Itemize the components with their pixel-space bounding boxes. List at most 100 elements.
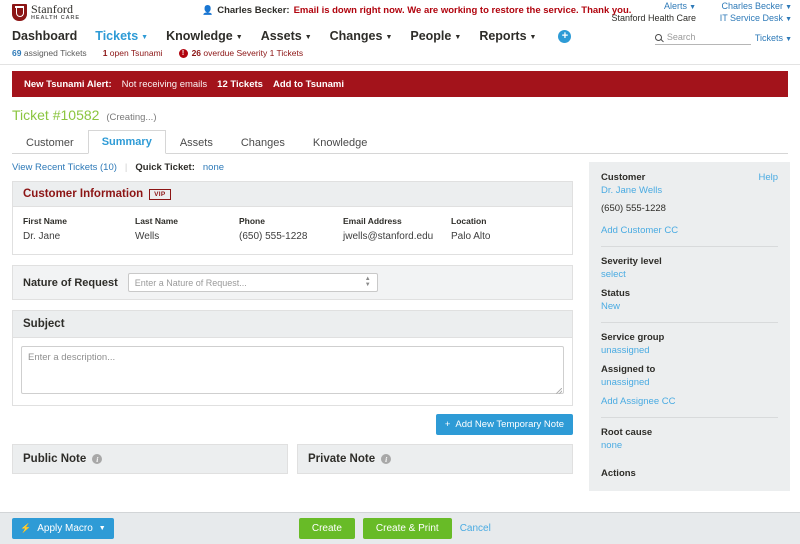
alert-text: Email is down right now. We are working … — [293, 5, 632, 16]
field-label: Last Name — [135, 216, 178, 226]
apply-macro-button[interactable]: ⚡ Apply Macro ▼ — [12, 518, 114, 539]
nav-item-assets[interactable]: Assets ▼ — [261, 29, 312, 43]
field-label: Email Address — [343, 216, 402, 226]
field-first-name: First Name Dr. Jane — [23, 216, 135, 242]
add-customer-cc-link[interactable]: Add Customer CC — [601, 225, 778, 236]
info-icon[interactable]: i — [92, 454, 103, 464]
plus-icon: + — [444, 419, 451, 430]
nav-item-tickets[interactable]: Tickets ▼ — [95, 29, 148, 43]
quick-ticket-value[interactable]: none — [203, 162, 224, 173]
assigned-count: 69 — [12, 48, 22, 58]
stanford-health-care-logo[interactable]: Stanford HEALTH CARE — [12, 3, 80, 22]
sidebar-root-cause-block: Root cause none — [601, 427, 778, 451]
search-scope-label: Tickets — [754, 33, 784, 43]
apply-macro-label: Apply Macro — [37, 523, 93, 534]
tab-knowledge[interactable]: Knowledge — [299, 131, 381, 154]
field-email-address: Email Address jwells@stanford.edu — [343, 216, 451, 242]
sidebar-divider — [601, 417, 778, 418]
tab-changes[interactable]: Changes — [227, 131, 299, 154]
cancel-button[interactable]: Cancel — [460, 523, 491, 534]
view-recent-tickets-link[interactable]: View Recent Tickets (10) — [12, 162, 117, 173]
main-navigation: Dashboard Tickets ▼ Knowledge ▼ Assets ▼ Ch… — [0, 24, 800, 46]
tsunami-title: New Tsunami Alert: — [24, 78, 112, 90]
chevron-down-icon: ▼ — [785, 16, 792, 23]
alerts-menu[interactable]: Alerts ▼ — [652, 1, 696, 11]
add-new-temporary-note-button[interactable]: + Add New Temporary Note — [435, 414, 573, 435]
stepper-icon[interactable]: ▲ ▼ — [365, 276, 371, 288]
customer-information-title: Customer Information — [23, 188, 144, 200]
add-to-tsunami-link[interactable]: Add to Tsunami — [273, 79, 344, 90]
description-textarea[interactable] — [21, 346, 564, 394]
field-label: Location — [451, 216, 487, 226]
customer-information-body: First Name Dr. Jane Last Name Wells Phon… — [13, 207, 572, 254]
field-last-name: Last Name Wells — [135, 216, 239, 242]
create-and-print-button[interactable]: Create & Print — [362, 518, 452, 539]
tab-summary[interactable]: Summary — [87, 130, 166, 154]
private-note-column: Private Note i — [297, 444, 573, 474]
sidebar-customer-phone: (650) 555-1228 — [601, 203, 666, 214]
overdue-tickets-stat[interactable]: ! 26 overdue Severity 1 Tickets — [178, 48, 304, 58]
chevron-down-icon: ▼ — [785, 36, 792, 43]
overdue-label: overdue Severity 1 Tickets — [203, 48, 304, 58]
field-label: First Name — [23, 216, 67, 226]
application-window: Stanford HEALTH CARE 👤 Charles Becker: E… — [0, 0, 800, 544]
chevron-down-icon: ▼ — [454, 34, 462, 41]
exclamation-icon: ! — [178, 48, 188, 58]
customer-fields: First Name Dr. Jane Last Name Wells Phon… — [23, 216, 562, 242]
sidebar-customer-label: Customer — [601, 172, 646, 183]
alert-author: Charles Becker: — [217, 5, 290, 16]
field-phone: Phone (650) 555-1228 — [239, 216, 343, 242]
root-cause-value[interactable]: none — [601, 440, 778, 451]
private-note-label: Private Note — [308, 453, 376, 465]
main-content-column: View Recent Tickets (10) | Quick Ticket:… — [0, 154, 585, 512]
add-assignee-cc-link[interactable]: Add Assignee CC — [601, 396, 778, 407]
info-icon[interactable]: i — [381, 454, 392, 464]
service-group-value[interactable]: unassigned — [601, 345, 778, 356]
chevron-down-icon: ▼ — [785, 4, 792, 11]
nav-item-reports[interactable]: Reports ▼ — [479, 29, 536, 43]
alerts-label: Alerts — [664, 1, 688, 11]
create-new-icon[interactable]: + — [558, 29, 572, 43]
nav-label: People — [410, 29, 452, 43]
field-value: Palo Alto — [451, 231, 491, 242]
status-value[interactable]: New — [601, 301, 778, 312]
assigned-to-label: Assigned to — [601, 364, 656, 375]
chevron-down-icon: ▼ — [235, 34, 243, 41]
assigned-to-value[interactable]: unassigned — [601, 377, 778, 388]
search-area: Tickets▼ — [654, 31, 792, 45]
search-box[interactable] — [654, 31, 751, 45]
chevron-down-icon: ▼ — [385, 34, 393, 41]
vip-badge: VIP — [149, 188, 171, 200]
tab-assets[interactable]: Assets — [166, 131, 227, 154]
create-button[interactable]: Create — [298, 518, 355, 539]
sidebar-severity-block: Severity level select — [601, 256, 778, 280]
public-note-column: Public Note i — [12, 444, 288, 474]
open-tsunami-stat[interactable]: 1 open Tsunami — [103, 48, 163, 58]
search-scope-select[interactable]: Tickets ▼ — [755, 33, 792, 43]
field-value: Wells — [135, 231, 160, 242]
public-note-label: Public Note — [23, 453, 87, 465]
assigned-label: assigned Tickets — [23, 48, 87, 58]
nav-item-knowledge[interactable]: Knowledge ▼ — [166, 29, 243, 43]
bolt-icon: ⚡ — [20, 523, 32, 533]
notes-row: Public Note i Private Note i — [12, 444, 573, 474]
assigned-tickets-stat[interactable]: 69 assigned Tickets — [12, 48, 87, 58]
help-link[interactable]: Help — [758, 172, 778, 183]
sidebar-customer-name[interactable]: Dr. Jane Wells — [601, 185, 662, 196]
root-cause-label: Root cause — [601, 427, 653, 438]
service-desk-menu[interactable]: IT Service Desk ▼ — [706, 13, 792, 23]
user-menu[interactable]: Charles Becker ▼ — [706, 1, 792, 11]
nav-item-changes[interactable]: Changes ▼ — [330, 29, 393, 43]
sub-navigation-stats: 69 assigned Tickets 1 open Tsunami ! 26 … — [0, 46, 800, 64]
logo-subtitle: HEALTH CARE — [31, 14, 80, 21]
nav-item-dashboard[interactable]: Dashboard — [12, 29, 77, 43]
search-input[interactable] — [664, 31, 743, 43]
nature-of-request-select[interactable]: Enter a Nature of Request... ▲ ▼ — [127, 273, 378, 292]
tsunami-ticket-count[interactable]: 12 Tickets — [217, 79, 263, 90]
tab-customer[interactable]: Customer — [12, 131, 88, 154]
severity-level-value[interactable]: select — [601, 269, 778, 280]
nav-item-people[interactable]: People ▼ — [410, 29, 461, 43]
ticket-details-sidebar: Customer Dr. Jane Wells Help (650) 555-1… — [585, 154, 800, 512]
tsunami-banner-wrap: New Tsunami Alert: Not receiving emails … — [0, 65, 800, 97]
nav-label: Reports — [479, 29, 527, 43]
